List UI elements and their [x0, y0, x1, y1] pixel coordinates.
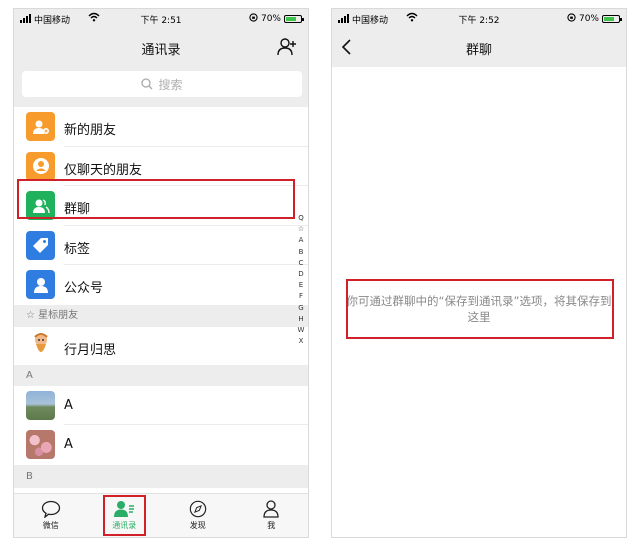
tab-me[interactable]: 我 — [235, 494, 309, 537]
section-letter: B — [26, 470, 33, 482]
search-placeholder: 搜索 — [158, 77, 183, 92]
section-title: 星标朋友 — [38, 309, 79, 321]
index-letter[interactable]: A — [296, 235, 306, 246]
add-friend-icon — [26, 112, 55, 141]
status-bar: 中国移动 下午 2:51 70% — [14, 9, 308, 29]
person-icon — [26, 270, 55, 299]
index-letter[interactable]: W — [296, 325, 306, 336]
avatar — [26, 390, 55, 420]
tab-discover[interactable]: 发现 — [161, 494, 235, 537]
tab-bar: 微信 通讯录 发现 我 — [14, 493, 308, 537]
avatar — [26, 331, 55, 361]
chat-bubble-icon — [41, 500, 60, 518]
star-icon: ☆ — [26, 309, 35, 321]
me-icon — [263, 500, 279, 518]
tab-label: 我 — [267, 521, 276, 530]
index-letter[interactable]: G — [296, 303, 306, 314]
alphabet-index[interactable]: Q ☆ A B C D E F G H W X — [296, 213, 306, 347]
navigation-bar: 通讯录 — [14, 29, 308, 67]
section-header-b: B — [14, 464, 308, 488]
search-input[interactable]: 搜索 — [22, 71, 302, 97]
tab-label: 发现 — [189, 521, 206, 530]
menu-label: 公众号 — [64, 281, 104, 296]
contacts-screen: 中国移动 下午 2:51 70% 通讯录 搜索 新的朋友 仅聊天的朋友 群聊 标… — [13, 8, 309, 538]
battery-percent: 70% — [260, 14, 281, 24]
search-area: 搜索 — [14, 67, 308, 107]
contact-row[interactable]: A — [14, 385, 308, 425]
avatar — [26, 430, 55, 459]
contact-name: A — [64, 437, 73, 452]
person-circle-icon — [26, 151, 55, 181]
contact-name: A — [64, 397, 73, 413]
section-letter: A — [26, 369, 33, 381]
starred-section-header: ☆ 星标朋友 — [14, 304, 308, 327]
contact-row[interactable]: 行月归思 — [14, 326, 308, 365]
menu-new-friends[interactable]: 新的朋友 — [14, 107, 308, 147]
menu-official-accounts[interactable]: 公众号 — [14, 265, 308, 305]
highlight-contacts-tab — [103, 495, 146, 536]
battery-icon — [602, 15, 622, 23]
orientation-lock-icon — [567, 13, 576, 25]
index-letter[interactable]: X — [296, 336, 306, 347]
highlight-group-chats — [17, 179, 295, 219]
page-title: 通讯录 — [141, 43, 181, 58]
battery-icon — [284, 15, 304, 23]
menu-label: 仅聊天的朋友 — [64, 162, 143, 178]
menu-label: 标签 — [64, 241, 91, 257]
index-letter[interactable]: F — [296, 291, 306, 302]
navigation-bar: 群聊 — [332, 29, 626, 67]
orientation-lock-icon — [249, 13, 258, 25]
menu-tags[interactable]: 标签 — [14, 225, 308, 265]
index-letter[interactable]: H — [296, 314, 306, 325]
compass-icon — [189, 500, 206, 518]
battery-percent: 70% — [578, 14, 599, 24]
page-title: 群聊 — [465, 43, 492, 58]
index-letter[interactable]: E — [296, 280, 306, 291]
index-letter[interactable]: C — [296, 258, 306, 269]
index-letter[interactable]: ☆ — [296, 224, 306, 235]
status-bar: 中国移动 下午 2:52 70% — [332, 9, 626, 29]
tab-label: 微信 — [42, 521, 59, 530]
index-letter[interactable]: B — [296, 247, 306, 258]
highlight-empty-message — [346, 279, 614, 339]
contact-list: 新的朋友 仅聊天的朋友 群聊 标签 公众号 ☆ 星标朋友 行月归思 A A A … — [14, 107, 308, 488]
section-header-a: A — [14, 364, 308, 386]
group-chats-screen: 中国移动 下午 2:52 70% 群聊 你可通过群聊中的“保存到通讯录”选项，将… — [331, 8, 627, 538]
search-icon — [141, 78, 153, 90]
add-friend-icon[interactable] — [276, 37, 298, 57]
tag-icon — [26, 230, 55, 260]
contact-name: 行月归思 — [64, 342, 117, 358]
index-letter[interactable]: Q — [296, 213, 306, 224]
index-letter[interactable]: D — [296, 269, 306, 280]
menu-label: 新的朋友 — [64, 123, 117, 138]
tab-chats[interactable]: 微信 — [14, 494, 88, 537]
contact-row[interactable]: A — [14, 425, 308, 465]
